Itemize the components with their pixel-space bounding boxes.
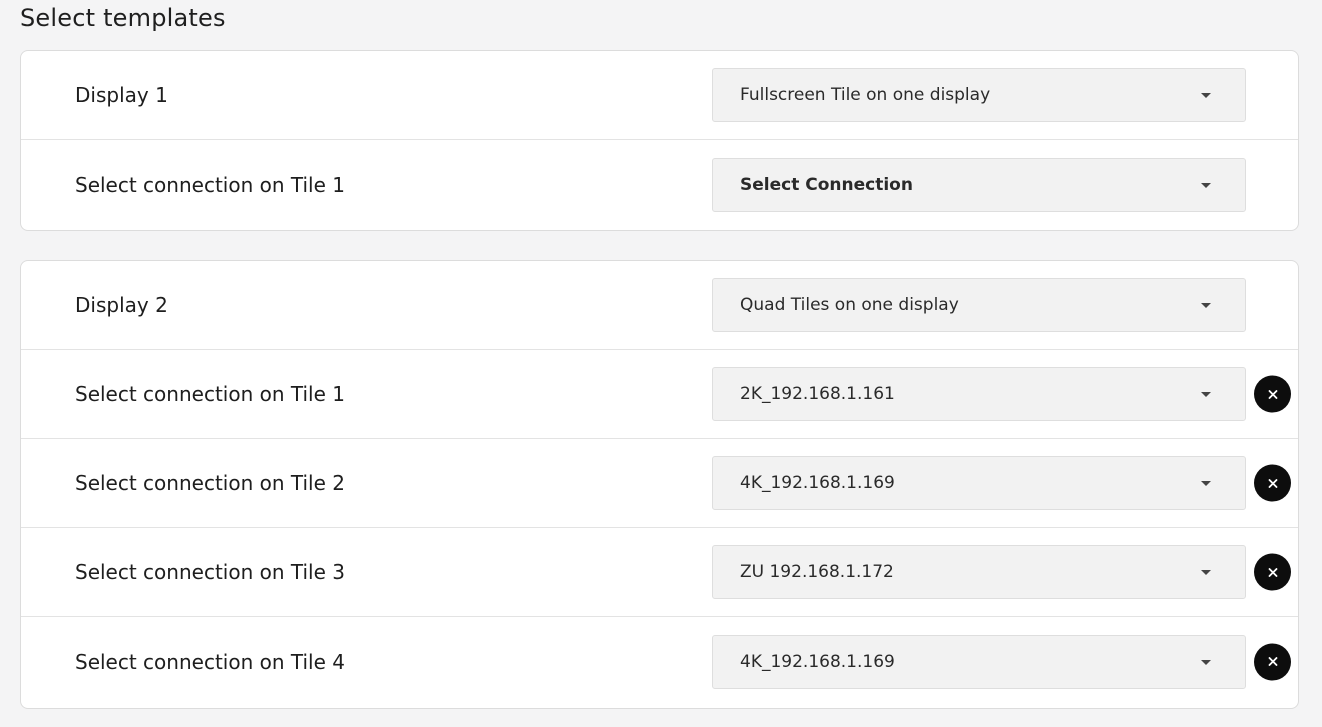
display-2-tile-3-connection-select[interactable]: ZU 192.168.1.172 [712, 545, 1246, 599]
clear-tile-3-button[interactable] [1254, 553, 1291, 591]
chevron-down-icon [1201, 570, 1211, 575]
display-2-label: Display 2 [75, 293, 168, 317]
close-icon [1268, 389, 1277, 399]
display-2-tile-4-row: Select connection on Tile 4 4K_192.168.1… [21, 617, 1298, 706]
display-1-template-row: Display 1 Fullscreen Tile on one display [21, 51, 1298, 140]
tile-label: Select connection on Tile 1 [75, 382, 345, 406]
display-1-tile-1-connection-select[interactable]: Select Connection [712, 157, 1246, 212]
select-value: 2K_192.168.1.161 [740, 384, 895, 404]
select-value: Select Connection [740, 174, 913, 195]
display-1-template-select[interactable]: Fullscreen Tile on one display [712, 68, 1246, 122]
display-2-tile-4-connection-select[interactable]: 4K_192.168.1.169 [712, 634, 1246, 689]
display-2-template-select[interactable]: Quad Tiles on one display [712, 278, 1246, 332]
clear-tile-2-button[interactable] [1254, 464, 1291, 502]
clear-tile-4-button[interactable] [1254, 643, 1291, 680]
clear-tile-1-button[interactable] [1254, 375, 1291, 413]
select-value: ZU 192.168.1.172 [740, 562, 894, 582]
chevron-down-icon [1201, 392, 1211, 397]
close-icon [1268, 567, 1277, 577]
display-2-tile-1-connection-select[interactable]: 2K_192.168.1.161 [712, 367, 1246, 421]
display-2-card: Display 2 Quad Tiles on one display Sele… [20, 260, 1299, 709]
display-1-card: Display 1 Fullscreen Tile on one display… [20, 50, 1299, 231]
chevron-down-icon [1201, 659, 1211, 665]
close-icon [1268, 478, 1277, 488]
display-2-tile-1-row: Select connection on Tile 1 2K_192.168.1… [21, 350, 1298, 439]
tile-label: Select connection on Tile 4 [75, 649, 345, 674]
chevron-down-icon [1201, 182, 1211, 188]
select-value: Fullscreen Tile on one display [740, 85, 991, 105]
chevron-down-icon [1201, 481, 1211, 486]
tile-label: Select connection on Tile 2 [75, 471, 345, 495]
chevron-down-icon [1201, 93, 1211, 98]
close-icon [1268, 657, 1277, 666]
tile-label: Select connection on Tile 3 [75, 560, 345, 584]
display-1-label: Display 1 [75, 83, 168, 107]
select-value: Quad Tiles on one display [740, 295, 959, 315]
display-1-tile-1-row: Select connection on Tile 1 Select Conne… [21, 140, 1298, 229]
select-value: 4K_192.168.1.169 [740, 651, 895, 672]
display-2-tile-2-row: Select connection on Tile 2 4K_192.168.1… [21, 439, 1298, 528]
page-title: Select templates [20, 4, 226, 32]
chevron-down-icon [1201, 303, 1211, 308]
tile-label: Select connection on Tile 1 [75, 172, 345, 197]
select-value: 4K_192.168.1.169 [740, 473, 895, 493]
display-2-template-row: Display 2 Quad Tiles on one display [21, 261, 1298, 350]
display-2-tile-3-row: Select connection on Tile 3 ZU 192.168.1… [21, 528, 1298, 617]
display-2-tile-2-connection-select[interactable]: 4K_192.168.1.169 [712, 456, 1246, 510]
